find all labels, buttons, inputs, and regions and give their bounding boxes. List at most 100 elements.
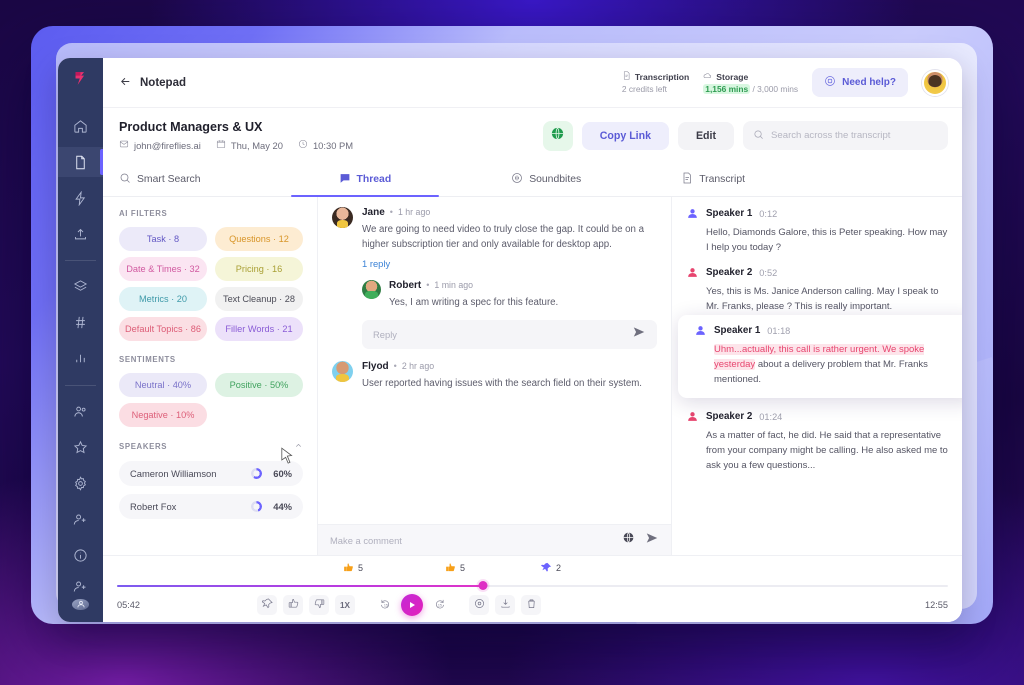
sidebar-item-notepad[interactable]: [58, 147, 103, 177]
comment-bar[interactable]: [318, 524, 671, 555]
reaction-thumbs-up-1[interactable]: 5: [343, 562, 363, 575]
speaker-row-cameron[interactable]: Cameron Williamson 60%: [119, 461, 303, 486]
storage-usage: 1,156 mins / 3,000 mins: [703, 84, 798, 94]
thumbs-up-icon: [288, 596, 299, 614]
tab-smart-search[interactable]: Smart Search: [119, 161, 201, 196]
sidebar-item-channels[interactable]: [58, 272, 103, 302]
speaker-icon: [686, 410, 699, 423]
speaker-row-robert[interactable]: Robert Fox 44%: [119, 494, 303, 519]
copy-link-button[interactable]: Copy Link: [581, 121, 669, 150]
speaker-name: Cameron Williamson: [130, 468, 217, 479]
filter-chip-pricing[interactable]: Pricing · 16: [215, 257, 303, 281]
filter-chip-metrics[interactable]: Metrics · 20: [119, 287, 207, 311]
tab-transcript[interactable]: Transcript: [681, 161, 745, 196]
filter-chip-default-topics[interactable]: Default Topics · 86: [119, 317, 207, 341]
sidebar-item-settings[interactable]: [58, 468, 103, 498]
tab-label: Thread: [356, 174, 392, 185]
sentiment-chip-positive[interactable]: Positive · 50%: [215, 373, 303, 397]
sidebar-item-automation[interactable]: [58, 183, 103, 213]
speaker-name: Robert Fox: [130, 501, 177, 512]
speaker-icon: [686, 266, 699, 279]
reaction-pin[interactable]: 2: [541, 562, 561, 575]
delete-button[interactable]: [521, 595, 541, 615]
user-avatar[interactable]: [922, 69, 948, 96]
sidebar-rail: [58, 58, 103, 622]
sidebar-item-topics[interactable]: [58, 308, 103, 338]
rewind-15-button[interactable]: 15: [375, 595, 395, 615]
post-header: Flyod • 2 hr ago: [362, 361, 657, 372]
share-globe-button[interactable]: [542, 120, 573, 151]
download-button[interactable]: [495, 595, 515, 615]
send-icon[interactable]: [632, 325, 646, 344]
transcript-line-header: Speaker 2 01:24: [686, 410, 950, 423]
search-icon: [119, 172, 131, 187]
top-bar-right: Transcription 2 credits left Storage 1,1…: [622, 68, 948, 97]
gear-icon: [474, 596, 485, 614]
fireflies-logo-icon[interactable]: [72, 70, 89, 92]
forward-15-button[interactable]: 15: [429, 595, 449, 615]
play-button[interactable]: [401, 594, 423, 616]
sidebar-item-favorites[interactable]: [58, 432, 103, 462]
account-avatar-icon[interactable]: [72, 598, 89, 611]
transcript-search[interactable]: [743, 121, 948, 150]
sentiments-title: SENTIMENTS: [119, 355, 176, 364]
reaction-count: 5: [358, 563, 364, 573]
tab-thread[interactable]: Thread: [290, 161, 439, 197]
like-button[interactable]: [283, 595, 303, 615]
sidebar-item-upload[interactable]: [58, 219, 103, 249]
filter-chip-filler-words[interactable]: Filler Words · 21: [215, 317, 303, 341]
transcript-line[interactable]: Speaker 2 0:52 Yes, this is Ms. Janice A…: [686, 266, 950, 314]
dislike-button[interactable]: [309, 595, 329, 615]
speaker-percent: 44%: [273, 501, 292, 512]
sentiment-chip-neutral[interactable]: Neutral · 40%: [119, 373, 207, 397]
post-body: Flyod • 2 hr ago User reported having is…: [362, 361, 657, 391]
tab-soundbites[interactable]: Soundbites: [511, 161, 581, 196]
sidebar-item-invite-member[interactable]: [58, 576, 103, 596]
transcript-line-header: Speaker 1 0:12: [686, 207, 950, 220]
svg-text:15: 15: [437, 604, 441, 608]
send-icon[interactable]: [645, 531, 659, 550]
speaker-label: Speaker 2: [706, 411, 753, 422]
highlighted-transcript-card[interactable]: Speaker 1 01:18 Uhm...actually, this cal…: [678, 315, 962, 398]
filter-chip-date-times[interactable]: Date & Times · 32: [119, 257, 207, 281]
transcript-line[interactable]: Speaker 2 01:24 As a matter of fact, he …: [686, 410, 950, 473]
need-help-button[interactable]: Need help?: [812, 68, 908, 97]
reply-count-link[interactable]: 1 reply: [362, 258, 390, 269]
sidebar-item-info[interactable]: [58, 540, 103, 570]
reply-input-box[interactable]: [362, 320, 657, 350]
playback-speed-button[interactable]: 1X: [335, 595, 355, 615]
sidebar-item-invite[interactable]: [58, 504, 103, 534]
track-fill: [117, 585, 483, 587]
mail-icon: [119, 139, 129, 151]
storage-used: 1,156 mins: [703, 84, 751, 94]
progress-knob[interactable]: [478, 581, 488, 590]
back-to-notepad-button[interactable]: Notepad: [119, 75, 186, 91]
speaker-donut-chart: [251, 501, 262, 512]
sidebar-item-analytics[interactable]: [58, 344, 103, 374]
progress-track[interactable]: [117, 581, 948, 590]
sidebar-item-teams[interactable]: [58, 396, 103, 426]
reaction-thumbs-up-2[interactable]: 5: [445, 562, 465, 575]
ai-filter-chips: Task · 8 Questions · 12 Date & Times · 3…: [119, 227, 303, 341]
reply-author: Robert: [389, 280, 422, 292]
transcript-text: Yes, this is Ms. Janice Anderson calling…: [706, 286, 939, 312]
comment-input[interactable]: [330, 534, 612, 546]
search-input[interactable]: [771, 130, 938, 141]
chevron-up-icon[interactable]: [294, 441, 303, 452]
globe-icon[interactable]: [622, 531, 635, 549]
chat-icon: [339, 172, 351, 187]
edit-button[interactable]: Edit: [677, 121, 734, 150]
reply-input[interactable]: [373, 329, 632, 341]
filter-chip-questions[interactable]: Questions · 12: [215, 227, 303, 251]
filter-chip-task[interactable]: Task · 8: [119, 227, 207, 251]
transcript-line[interactable]: Speaker 1 0:12 Hello, Diamonds Galore, t…: [686, 207, 950, 255]
filter-chip-text-cleanup[interactable]: Text Cleanup · 28: [215, 287, 303, 311]
calendar-icon: [216, 139, 226, 151]
settings-button[interactable]: [469, 595, 489, 615]
pin-button[interactable]: [257, 595, 277, 615]
speakers-title: SPEAKERS: [119, 441, 303, 452]
control-group-left: 1X: [257, 595, 355, 615]
ai-filters-panel: AI FILTERS Task · 8 Questions · 12 Date …: [103, 197, 318, 555]
sidebar-item-home[interactable]: [58, 111, 103, 141]
sentiment-chip-negative[interactable]: Negative · 10%: [119, 403, 207, 427]
